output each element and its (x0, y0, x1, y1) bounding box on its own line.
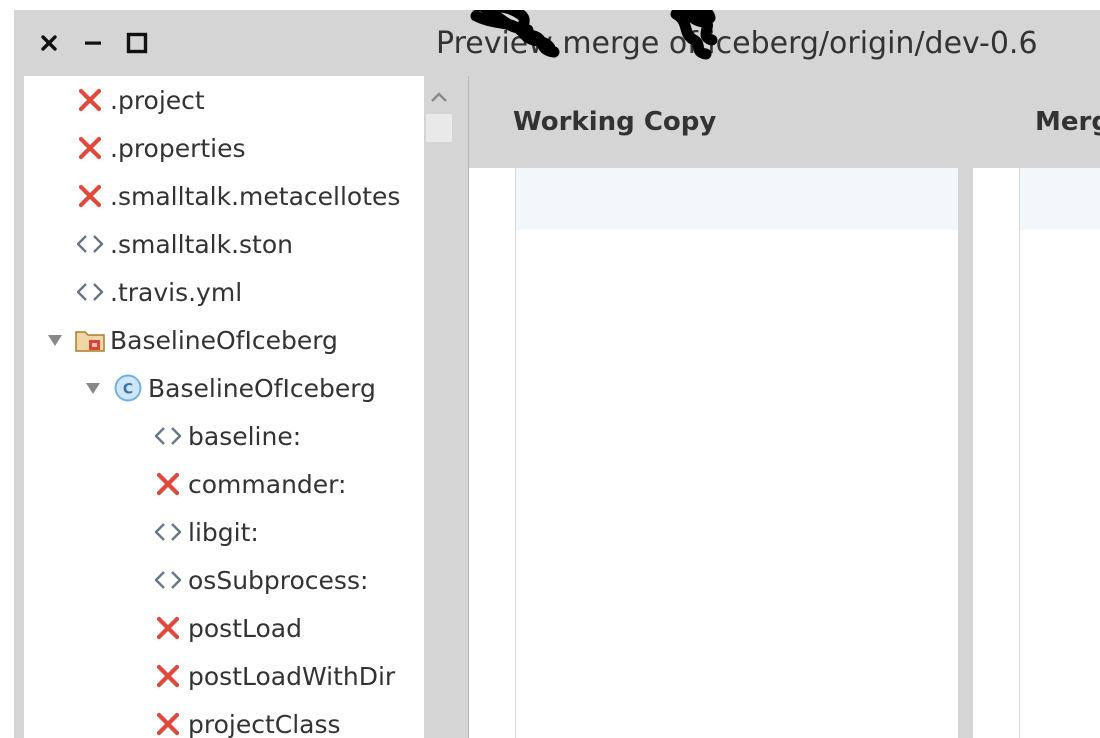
tree-item-label: baseline: (188, 421, 302, 451)
tree-item-label: projectClass (188, 709, 341, 738)
modified-icon (152, 420, 184, 452)
modified-icon (152, 516, 184, 548)
tree-item[interactable]: projectClass (24, 702, 424, 738)
tree-item-label: .project (110, 85, 205, 115)
tree-item[interactable]: .properties (24, 126, 424, 170)
redaction-scribble-2 (670, 10, 718, 60)
tree-item-label: .properties (110, 133, 246, 163)
class-icon: C (112, 372, 144, 404)
tree-item[interactable]: .smalltalk.ston (24, 222, 424, 266)
merge-preview-window: Preview merge of iceberg/origin/dev-0.6 … (14, 10, 1100, 738)
removed-icon (74, 180, 106, 212)
removed-icon (152, 468, 184, 500)
removed-icon (152, 612, 184, 644)
modified-icon (152, 564, 184, 596)
changes-tree[interactable]: .project .properties .smalltalk.metacell… (24, 76, 424, 738)
removed-icon (152, 708, 184, 738)
modified-icon (74, 228, 106, 260)
modified-icon (74, 276, 106, 308)
tree-item[interactable]: baseline: (24, 414, 424, 458)
chevron-up-icon (431, 92, 447, 102)
minimize-icon (85, 41, 101, 45)
close-icon (41, 35, 57, 51)
tree-item-package[interactable]: BaselineOfIceberg (24, 318, 424, 362)
scroll-up-button[interactable] (424, 84, 454, 110)
tree-item[interactable]: .smalltalk.metacellotes (24, 174, 424, 218)
close-window-button[interactable] (36, 30, 62, 56)
tree-item-label: BaselineOfIceberg (110, 325, 338, 355)
merge-header: Merg (1035, 107, 1100, 137)
tree-item-label: postLoad (188, 613, 302, 643)
expanded-triangle-icon[interactable] (84, 379, 102, 397)
tree-item[interactable]: postLoadWithDir (24, 654, 424, 698)
tree-item[interactable]: osSubprocess: (24, 558, 424, 602)
highlighted-line (516, 168, 958, 230)
tree-item-label: postLoadWithDir (188, 661, 396, 691)
svg-text:C: C (123, 382, 133, 398)
title-bar: Preview merge of iceberg/origin/dev-0.6 (14, 10, 1100, 76)
tree-item[interactable]: .project (24, 78, 424, 122)
tree-item-label: BaselineOfIceberg (148, 373, 376, 403)
maximize-window-button[interactable] (124, 30, 150, 56)
merge-editor[interactable] (1019, 168, 1100, 738)
removed-icon (152, 660, 184, 692)
tree-item-label: .travis.yml (110, 277, 243, 307)
redaction-scribble (470, 10, 560, 58)
working-copy-header: Working Copy (513, 107, 717, 137)
tree-scrollbar[interactable] (424, 76, 454, 738)
tree-item[interactable]: libgit: (24, 510, 424, 554)
tree-item-label: .smalltalk.ston (110, 229, 293, 259)
maximize-icon (126, 32, 148, 54)
tree-item-class[interactable]: C BaselineOfIceberg (24, 366, 424, 410)
tree-item-label: .smalltalk.metacellotes (110, 181, 401, 211)
scrollbar-thumb[interactable] (426, 114, 452, 142)
tree-item-label: libgit: (188, 517, 259, 547)
highlighted-line (1020, 168, 1100, 230)
working-copy-gutter (469, 168, 515, 738)
minimize-window-button[interactable] (80, 30, 106, 56)
working-copy-editor[interactable] (515, 168, 958, 738)
tree-item[interactable]: commander: (24, 462, 424, 506)
tree-item-label: commander: (188, 469, 347, 499)
expanded-triangle-icon[interactable] (46, 331, 64, 349)
removed-icon (74, 84, 106, 116)
tree-item-label: osSubprocess: (188, 565, 369, 595)
tree-item[interactable]: .travis.yml (24, 270, 424, 314)
merge-gutter (973, 168, 1019, 738)
package-folder-icon (74, 324, 106, 356)
removed-icon (74, 132, 106, 164)
tree-item[interactable]: postLoad (24, 606, 424, 650)
diff-pane: Working Copy Merg (468, 76, 1100, 738)
